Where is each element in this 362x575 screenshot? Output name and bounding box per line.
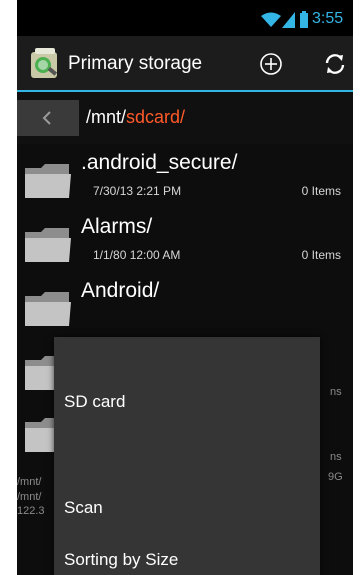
menu-item[interactable]: [54, 432, 320, 484]
menu-item-sorting-by-size[interactable]: Sorting by Size: [54, 537, 320, 575]
storage-path: /mnt/: [17, 491, 42, 503]
file-name: Alarms/: [81, 215, 153, 238]
path-current: sdcard/: [126, 107, 186, 127]
storage-size: 122.3: [17, 505, 45, 517]
back-button[interactable]: [17, 100, 79, 136]
chevron-left-icon: [42, 111, 51, 125]
storage-size: 9G: [328, 471, 343, 483]
file-date: 1/1/80 12:00 AM: [93, 248, 181, 262]
folder-icon: [25, 164, 71, 198]
file-item-count: ns: [330, 451, 342, 463]
path-breadcrumb[interactable]: /mnt/sdcard/: [86, 107, 185, 128]
menu-item-label: Sorting by Size: [64, 550, 179, 569]
file-item-count: 0 Items: [301, 184, 341, 198]
path-bar: /mnt/sdcard/: [17, 92, 353, 144]
app-title: Primary storage: [68, 53, 203, 74]
status-time: 3:55: [312, 10, 344, 27]
folder-icon: [25, 228, 71, 262]
file-manager-screen: 3:55 Primary storage /mnt/sdcard/ .andro…: [17, 0, 353, 575]
path-prefix: /mnt/: [86, 107, 127, 127]
file-item-count: 0 Items: [301, 248, 341, 262]
battery-icon: [300, 11, 308, 28]
action-bar: Primary storage: [17, 36, 353, 92]
file-name: Android/: [81, 279, 160, 302]
file-row[interactable]: Alarms/ 1/1/80 12:00 AM 0 Items: [17, 214, 353, 278]
app-icon[interactable]: [29, 46, 61, 80]
menu-item-label: Scan: [64, 498, 103, 517]
add-icon[interactable]: [259, 52, 283, 76]
context-menu: SD card Scan Sorting by Size: [54, 337, 320, 575]
menu-item-label: SD card: [64, 392, 126, 411]
signal-icon: [282, 12, 295, 28]
menu-item-sd-card[interactable]: SD card: [54, 379, 320, 431]
refresh-icon[interactable]: [323, 52, 347, 76]
wifi-icon: [261, 12, 281, 27]
file-item-count: ns: [330, 386, 342, 398]
file-date: 7/30/13 2:21 PM: [93, 184, 182, 198]
file-row[interactable]: .android_secure/ 7/30/13 2:21 PM 0 Items: [17, 150, 353, 214]
folder-icon: [25, 292, 71, 326]
menu-item-scan[interactable]: Scan: [54, 485, 320, 537]
storage-path: /mnt/: [17, 476, 42, 488]
status-bar: 3:55: [17, 0, 353, 36]
file-row[interactable]: Android/: [17, 278, 353, 342]
file-name: .android_secure/: [81, 151, 238, 174]
